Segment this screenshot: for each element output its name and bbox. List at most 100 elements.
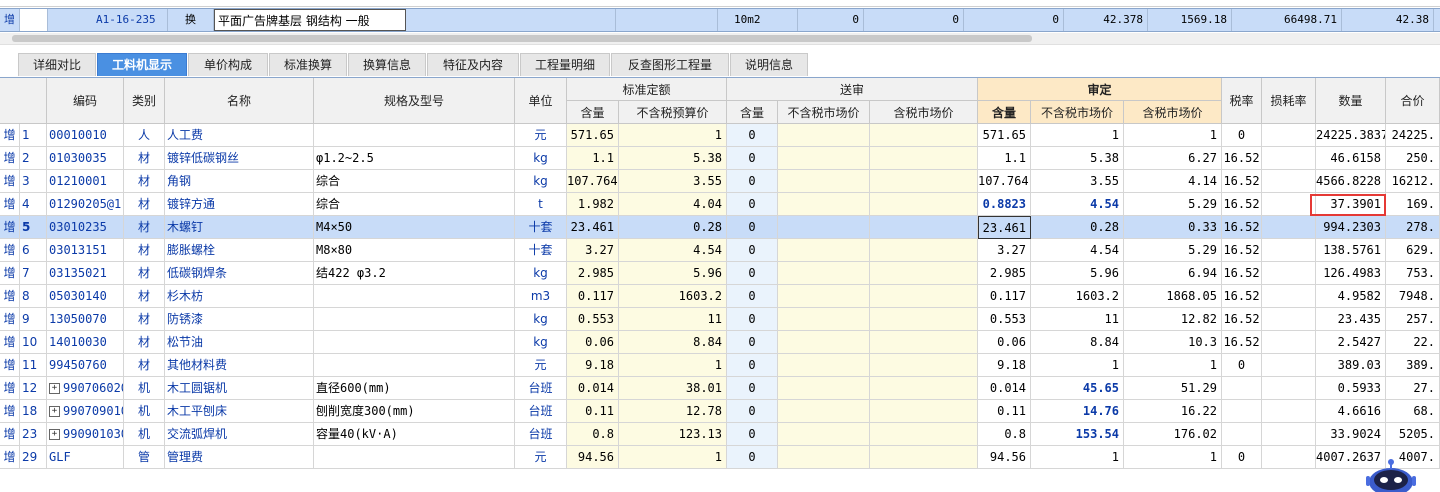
row-audit-price[interactable]: 14.76	[1031, 400, 1124, 423]
row-std-price[interactable]: 1	[619, 354, 727, 377]
row-audit-qty[interactable]: 571.65	[978, 124, 1031, 147]
row-category[interactable]: 材	[124, 216, 165, 239]
row-audit-qty[interactable]: 0.117	[978, 285, 1031, 308]
row-category[interactable]: 机	[124, 377, 165, 400]
row-category[interactable]: 材	[124, 193, 165, 216]
row-std-price[interactable]: 123.13	[619, 423, 727, 446]
row-send-qty[interactable]: 0	[727, 446, 778, 469]
row-audit-tax-price[interactable]: 1	[1124, 446, 1222, 469]
row-send-price[interactable]	[778, 423, 870, 446]
tab-description[interactable]: 说明信息	[730, 53, 808, 76]
row-loss-rate[interactable]	[1262, 446, 1316, 469]
row-unit[interactable]: kg	[515, 331, 567, 354]
header-category[interactable]: 类别	[124, 78, 165, 124]
row-audit-price[interactable]: 0.28	[1031, 216, 1124, 239]
row-amount[interactable]: 126.4983	[1316, 262, 1386, 285]
row-add[interactable]: 增	[0, 170, 20, 193]
row-loss-rate[interactable]	[1262, 124, 1316, 147]
row-send-qty[interactable]: 0	[727, 285, 778, 308]
row-audit-qty[interactable]: 0.11	[978, 400, 1031, 423]
row-tax-rate[interactable]: 16.52	[1222, 262, 1262, 285]
table-row[interactable]: 增 29 GLF 管管理费元 94.56 1 0 94.56 1 1 0 4007.2637 4007.	[0, 446, 1440, 469]
row-name[interactable]: 角钢	[165, 170, 314, 193]
row-audit-tax-price[interactable]: 12.82	[1124, 308, 1222, 331]
row-total[interactable]: 389.	[1386, 354, 1440, 377]
row-category[interactable]: 材	[124, 354, 165, 377]
header-amount[interactable]: 数量	[1316, 78, 1386, 124]
row-audit-qty[interactable]: 0.8	[978, 423, 1031, 446]
row-tax-rate[interactable]: 16.52	[1222, 170, 1262, 193]
row-number[interactable]: 2	[20, 147, 47, 170]
row-number[interactable]: 11	[20, 354, 47, 377]
row-send-qty[interactable]: 0	[727, 193, 778, 216]
row-unit[interactable]: 元	[515, 124, 567, 147]
row-audit-qty[interactable]: 0.014	[978, 377, 1031, 400]
tab-reverse-check[interactable]: 反查图形工程量	[611, 53, 729, 76]
row-name[interactable]: 镀锌低碳钢丝	[165, 147, 314, 170]
row-audit-price[interactable]: 1	[1031, 354, 1124, 377]
row-amount[interactable]: 0.5933	[1316, 377, 1386, 400]
row-std-price[interactable]: 12.78	[619, 400, 727, 423]
row-send-tax-price[interactable]	[870, 216, 978, 239]
row-unit[interactable]: kg	[515, 262, 567, 285]
row-unit[interactable]: 十套	[515, 239, 567, 262]
row-category[interactable]: 人	[124, 124, 165, 147]
row-std-qty[interactable]: 571.65	[567, 124, 619, 147]
row-std-price[interactable]: 5.38	[619, 147, 727, 170]
row-amount[interactable]: 46.6158	[1316, 147, 1386, 170]
row-std-qty[interactable]: 3.27	[567, 239, 619, 262]
row-std-price[interactable]: 1603.2	[619, 285, 727, 308]
row-std-qty[interactable]: 0.117	[567, 285, 619, 308]
row-add[interactable]: 增	[0, 354, 20, 377]
row-total[interactable]: 278.	[1386, 216, 1440, 239]
row-send-price[interactable]	[778, 446, 870, 469]
row-send-price[interactable]	[778, 400, 870, 423]
row-total[interactable]: 22.	[1386, 331, 1440, 354]
header-unit[interactable]: 单位	[515, 78, 567, 124]
row-std-qty[interactable]: 0.8	[567, 423, 619, 446]
row-spec[interactable]: 刨削宽度300(mm)	[314, 400, 515, 423]
row-category[interactable]: 材	[124, 285, 165, 308]
row-code[interactable]: 03010235	[47, 216, 124, 239]
row-number[interactable]: 4	[20, 193, 47, 216]
row-std-qty[interactable]: 0.553	[567, 308, 619, 331]
row-loss-rate[interactable]	[1262, 147, 1316, 170]
row-audit-price[interactable]: 8.84	[1031, 331, 1124, 354]
tab-unit-price[interactable]: 单价构成	[188, 53, 268, 76]
row-std-qty[interactable]: 23.461	[567, 216, 619, 239]
row-std-price[interactable]: 1	[619, 124, 727, 147]
table-row[interactable]: 增 3 01210001 材角钢 综合 kg 107.764 3.55 0 107.764 3.55…	[0, 170, 1440, 193]
row-std-qty[interactable]: 0.11	[567, 400, 619, 423]
row-name[interactable]: 人工费	[165, 124, 314, 147]
table-row[interactable]: 增 11 99450760 材其他材料费元 9.18 1 0 9.18 1 1 0 389.03 389…	[0, 354, 1440, 377]
row-loss-rate[interactable]	[1262, 170, 1316, 193]
row-code[interactable]: 14010030	[47, 331, 124, 354]
row-name[interactable]: 低碳钢焊条	[165, 262, 314, 285]
expand-icon[interactable]: +	[49, 406, 60, 417]
row-total[interactable]: 257.	[1386, 308, 1440, 331]
row-audit-qty[interactable]: 107.764	[978, 170, 1031, 193]
scrollbar-thumb[interactable]	[12, 35, 1032, 42]
row-add[interactable]: 增	[0, 239, 20, 262]
row-send-price[interactable]	[778, 308, 870, 331]
row-audit-price[interactable]: 45.65	[1031, 377, 1124, 400]
row-send-tax-price[interactable]	[870, 124, 978, 147]
table-row[interactable]: 增 10 14010030 材松节油 kg 0.06 8.84 0 0.06 8.84 10.3 16…	[0, 331, 1440, 354]
row-code[interactable]: +990901030	[47, 423, 124, 446]
row-name[interactable]: 交流弧焊机	[165, 423, 314, 446]
row-tax-rate[interactable]: 16.52	[1222, 193, 1262, 216]
row-number[interactable]: 12	[20, 377, 47, 400]
row-unit[interactable]: kg	[515, 308, 567, 331]
row-spec[interactable]	[314, 446, 515, 469]
quota-row-selected[interactable]: 增 A1-16-235 换 平面广告牌基层 钢结构 一般 10m2 0 0 0 …	[0, 8, 1440, 32]
row-tax-rate[interactable]	[1222, 423, 1262, 446]
row-number[interactable]: 3	[20, 170, 47, 193]
row-std-price[interactable]: 3.55	[619, 170, 727, 193]
row-send-tax-price[interactable]	[870, 285, 978, 308]
row-loss-rate[interactable]	[1262, 400, 1316, 423]
row-send-price[interactable]	[778, 147, 870, 170]
row-send-qty[interactable]: 0	[727, 147, 778, 170]
row-send-tax-price[interactable]	[870, 354, 978, 377]
row-category[interactable]: 材	[124, 147, 165, 170]
top-row-name[interactable]: 平面广告牌基层 钢结构 一般	[214, 9, 406, 31]
